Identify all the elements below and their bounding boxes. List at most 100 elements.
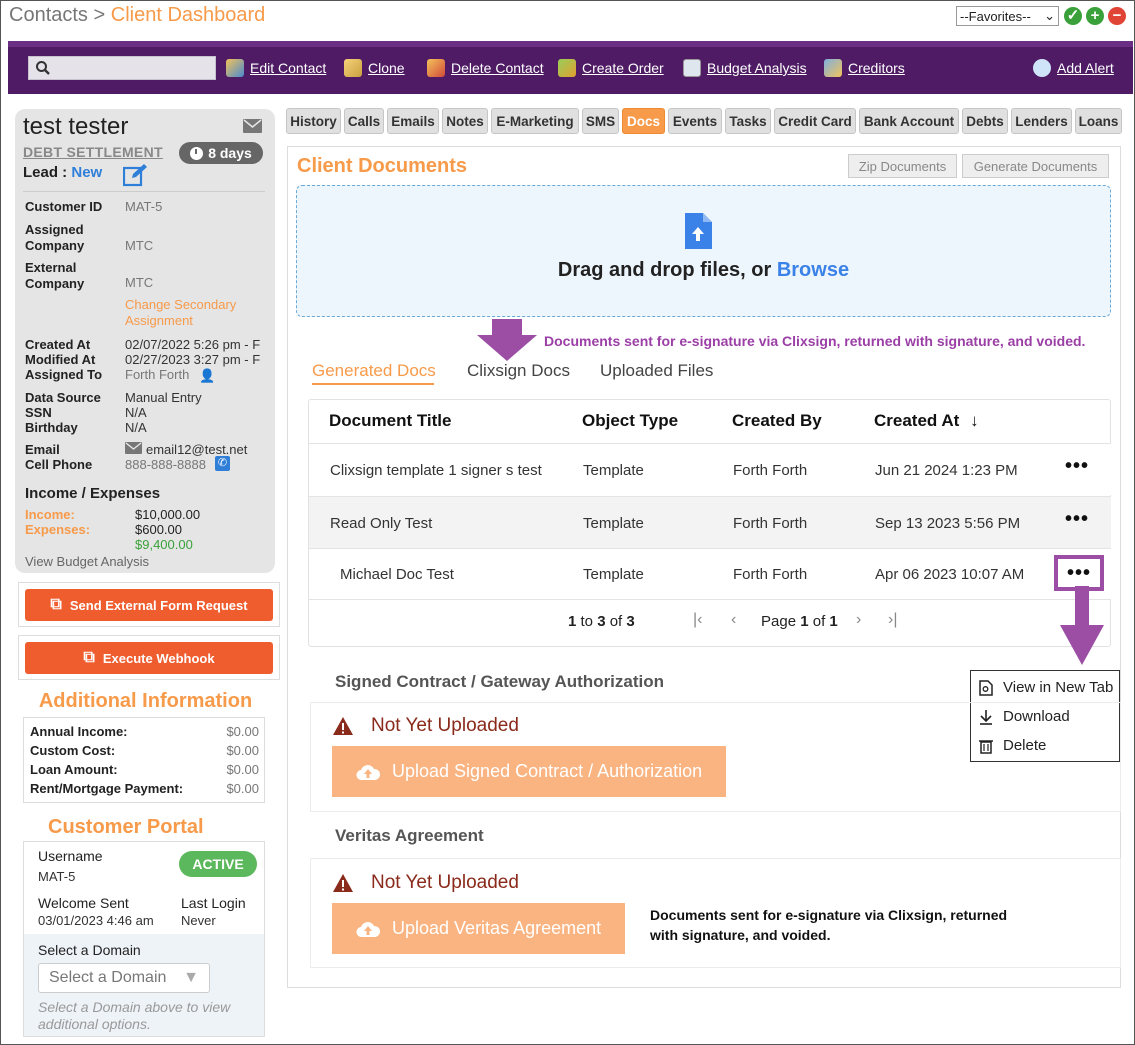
income-value: $10,000.00 <box>135 507 201 522</box>
domain-section: Select a Domain Select a Domain ▼ Select… <box>24 934 264 1036</box>
domain-select[interactable]: Select a Domain ▼ <box>38 963 210 993</box>
row-created-by: Forth Forth <box>733 566 808 583</box>
pager-summary: 1 to 3 of 3 <box>568 613 635 630</box>
subtab-clixsign-docs[interactable]: Clixsign Docs <box>467 361 570 381</box>
signed-contract-status: Not Yet Uploaded <box>371 715 519 736</box>
column-created-at[interactable]: Created At ↓ <box>874 411 979 431</box>
table-row[interactable]: Read Only Test Template Forth Forth Sep … <box>309 496 1111 548</box>
pager-to: 3 <box>597 613 606 630</box>
tab-loans[interactable]: Loans <box>1075 108 1122 134</box>
welcome-sent-value: 03/01/2023 4:46 am <box>38 913 154 928</box>
tab-docs[interactable]: Docs <box>622 108 665 134</box>
client-documents-title: Client Documents <box>297 155 468 177</box>
budget-analysis-button[interactable]: Budget Analysis <box>683 59 807 77</box>
favorites-selected-value: --Favorites-- <box>960 8 1031 24</box>
tab-lenders[interactable]: Lenders <box>1011 108 1072 134</box>
tab-bank-account[interactable]: Bank Account <box>859 108 959 134</box>
creditors-icon <box>824 59 842 77</box>
external-company-label-2: Company <box>25 276 85 291</box>
program-link[interactable]: DEBT SETTLEMENT <box>23 144 163 160</box>
portal-status-badge: ACTIVE <box>179 851 257 877</box>
tab-calls[interactable]: Calls <box>344 108 384 134</box>
file-upload-icon <box>685 213 712 249</box>
external-company-label: External <box>25 260 77 275</box>
create-order-button[interactable]: Create Order <box>558 59 664 77</box>
breadcrumb-parent[interactable]: Contacts <box>9 4 88 26</box>
days-badge-text: 8 days <box>208 145 252 161</box>
divider <box>23 191 265 192</box>
last-page-icon[interactable]: ›| <box>888 611 897 629</box>
clone-button[interactable]: Clone <box>344 59 405 77</box>
first-page-icon[interactable]: |‹ <box>693 611 702 629</box>
email-value[interactable]: email12@test.net <box>146 442 247 457</box>
subtab-generated-docs[interactable]: Generated Docs <box>312 361 436 381</box>
tab-events[interactable]: Events <box>668 108 722 134</box>
subtab-uploaded-files[interactable]: Uploaded Files <box>600 361 713 381</box>
delete-contact-icon <box>427 59 445 77</box>
tab-credit-card[interactable]: Credit Card <box>774 108 856 134</box>
breadcrumb: Contacts > Client Dashboard <box>9 4 265 27</box>
plus-icon[interactable]: + <box>1086 7 1104 25</box>
tab-notes[interactable]: Notes <box>442 108 488 134</box>
tab-history[interactable]: History <box>286 108 341 134</box>
external-company-value: MTC <box>125 275 154 290</box>
column-created-by[interactable]: Created By <box>732 411 822 431</box>
rent-mortgage-value: $0.00 <box>226 781 259 796</box>
phone-icon[interactable]: ✆ <box>215 456 230 471</box>
zip-documents-button[interactable]: Zip Documents <box>848 154 957 178</box>
upload-veritas-label: Upload Veritas Agreement <box>392 918 602 938</box>
contact-name: test tester <box>23 113 129 140</box>
net-value: $9,400.00 <box>135 537 193 552</box>
cell-phone-value: 888-888-8888 <box>125 457 206 472</box>
creditors-label: Creditors <box>848 60 905 76</box>
minus-icon[interactable]: − <box>1108 7 1126 25</box>
favorites-select[interactable]: --Favorites-- ⌄ <box>956 6 1059 26</box>
pager-to-word: to <box>580 613 594 630</box>
delete-contact-button[interactable]: Delete Contact <box>427 59 544 77</box>
table-row[interactable]: Clixsign template 1 signer s test Templa… <box>309 443 1111 495</box>
add-alert-button[interactable]: Add Alert <box>1033 59 1114 77</box>
breadcrumb-separator: > <box>93 4 106 26</box>
menu-item-view-new-tab[interactable]: View in New Tab <box>979 679 1113 696</box>
generate-documents-button[interactable]: Generate Documents <box>962 154 1109 178</box>
search-input[interactable] <box>28 56 216 80</box>
check-icon[interactable]: ✓ <box>1064 7 1082 25</box>
column-document-title[interactable]: Document Title <box>329 411 451 431</box>
upload-signed-contract-button[interactable]: Upload Signed Contract / Authorization <box>332 746 726 797</box>
upload-veritas-button[interactable]: Upload Veritas Agreement <box>332 903 625 954</box>
rent-mortgage-label: Rent/Mortgage Payment: <box>30 781 184 796</box>
tab-sms[interactable]: SMS <box>582 108 619 134</box>
mail-icon[interactable] <box>243 119 262 133</box>
previous-page-icon[interactable]: ‹ <box>731 611 736 629</box>
edit-status-icon[interactable] <box>123 163 149 187</box>
tab-debts[interactable]: Debts <box>962 108 1008 134</box>
email-label: Email <box>25 442 60 457</box>
tab-emails[interactable]: Emails <box>387 108 439 134</box>
next-page-icon[interactable]: › <box>856 611 861 629</box>
user-edit-icon[interactable]: 👤 <box>199 368 215 384</box>
annotation-note-bottom-line-2: with signature, and voided. <box>650 927 831 943</box>
file-dropzone[interactable]: Drag and drop files, or Browse <box>296 185 1111 317</box>
view-budget-analysis-link[interactable]: View Budget Analysis <box>25 554 149 569</box>
more-options-icon[interactable]: ••• <box>1065 508 1089 531</box>
speech-bubble-icon <box>1033 59 1051 77</box>
send-external-form-label: Send External Form Request <box>69 597 248 613</box>
search-icon <box>36 61 50 75</box>
budget-analysis-label: Budget Analysis <box>707 60 807 76</box>
column-object-type[interactable]: Object Type <box>582 411 678 431</box>
tab-tasks[interactable]: Tasks <box>725 108 771 134</box>
more-options-icon[interactable]: ••• <box>1065 455 1089 478</box>
table-row[interactable]: Michael Doc Test Template Forth Forth Ap… <box>309 548 1111 600</box>
tab-e-marketing[interactable]: E-Marketing <box>491 108 579 134</box>
pager-page-of: of <box>812 613 826 630</box>
warning-icon <box>333 717 353 735</box>
execute-webhook-button[interactable]: ⧉ Execute Webhook <box>25 642 273 674</box>
annual-income-label: Annual Income: <box>30 724 128 739</box>
creditors-button[interactable]: Creditors <box>824 59 905 77</box>
edit-contact-button[interactable]: Edit Contact <box>226 59 326 77</box>
send-external-form-button[interactable]: ⧉ Send External Form Request <box>25 589 273 621</box>
browse-link[interactable]: Browse <box>777 259 849 281</box>
change-secondary-link[interactable]: Change Secondary Assignment <box>125 297 265 329</box>
veritas-agreement-title: Veritas Agreement <box>335 826 484 845</box>
annotation-arrow-shaft <box>1075 586 1089 630</box>
